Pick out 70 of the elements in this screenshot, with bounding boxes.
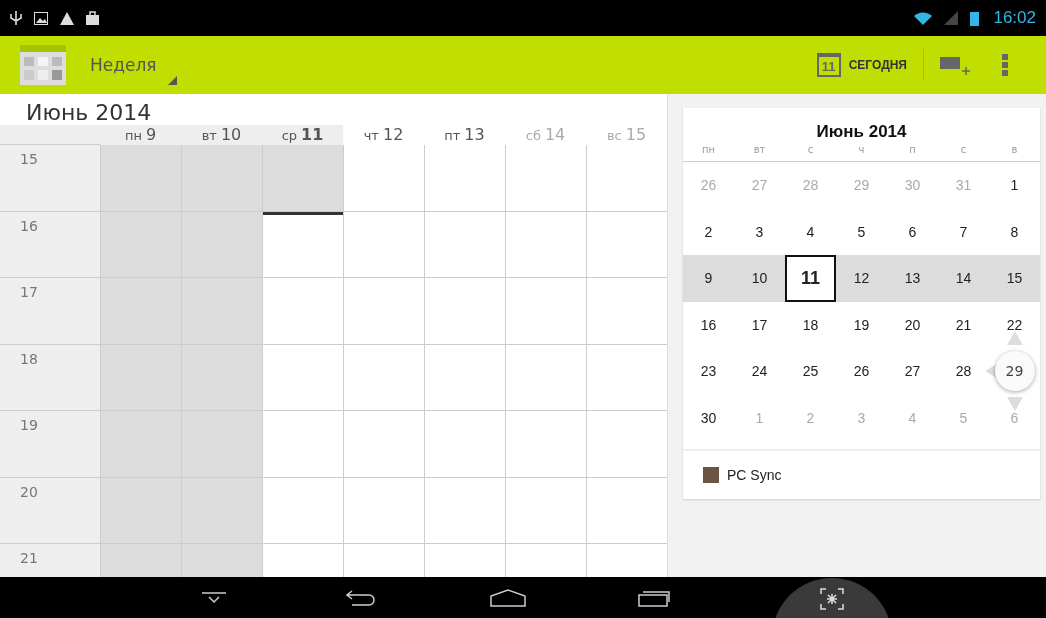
calendar-name: PC Sync [727,467,782,483]
back-icon [345,588,376,607]
time-slot[interactable] [262,211,343,278]
hour-label: 18 [0,344,100,411]
date-cell[interactable]: 27 [887,348,938,395]
hour-label: 17 [0,278,100,345]
date-cell[interactable]: 3 [734,208,785,255]
signal-icon [944,11,959,25]
date-cell[interactable]: 26 [836,348,887,395]
home-icon [489,588,526,607]
date-cell[interactable]: 17 [734,301,785,348]
date-cell[interactable]: 25 [785,348,836,395]
today-button[interactable]: 11 СЕГОДНЯ [806,43,917,87]
warning-icon [60,11,74,25]
date-cell[interactable]: 11 [785,255,836,302]
day-header[interactable]: пн 9 [124,125,157,146]
hour-label: 20 [0,477,100,544]
magnifier-arrows-icon [985,331,1023,411]
day-header[interactable]: ср 11 [281,125,324,146]
date-cell[interactable]: 14 [938,255,989,302]
date-cell[interactable]: 15 [989,255,1040,302]
week-title: Июнь 2014 [25,99,153,125]
date-cell[interactable]: 9 [683,255,734,302]
weekday-label: в [989,144,1040,162]
clock: 16:02 [993,8,1036,28]
date-cell[interactable]: 23 [683,348,734,395]
date-cell[interactable]: 1 [989,162,1040,209]
date-cell[interactable]: 16 [683,301,734,348]
day-header[interactable]: вт 10 [201,125,242,146]
screenshot-icon [820,587,845,610]
date-cell[interactable]: 28 [938,348,989,395]
month-title: Июнь 2014 [815,121,908,143]
date-cell[interactable]: 30 [683,394,734,441]
date-cell[interactable]: 5 [836,208,887,255]
calendar-app-icon[interactable] [20,45,66,85]
date-cell[interactable]: 18 [785,301,836,348]
date-cell[interactable]: 6 [887,208,938,255]
weekday-label: п [887,144,938,162]
image-icon [34,11,48,25]
date-cell[interactable]: 13 [887,255,938,302]
more-icon [1002,54,1008,76]
date-cell[interactable]: 10 [734,255,785,302]
date-magnifier[interactable]: 29 [994,351,1035,392]
hour-label: 21 [0,544,100,577]
weekday-label: ч [836,144,887,162]
hour-label: 16 [0,211,100,278]
date-cell[interactable]: 19 [836,301,887,348]
hour-label: 15 [0,145,100,212]
date-cell[interactable]: 22 [989,301,1040,348]
dropdown-triangle-icon [167,76,177,85]
bag-icon [86,11,99,25]
date-cell[interactable]: 20 [887,301,938,348]
date-cell[interactable]: 12 [836,255,887,302]
date-cell[interactable]: 2 [683,208,734,255]
weekday-label: пн [683,144,734,162]
weekday-label: с [785,144,836,162]
date-cell[interactable]: 7 [938,208,989,255]
date-cell[interactable]: 8 [989,208,1040,255]
date-cell[interactable]: 21 [938,301,989,348]
date-cell[interactable]: 24 [734,348,785,395]
view-dropdown[interactable]: Неделя [66,43,181,87]
date-cell[interactable]: 4 [785,208,836,255]
usb-icon [10,11,22,25]
weekday-label: с [938,144,989,162]
wifi-icon [914,11,933,25]
hide-keyboard-icon [201,590,226,605]
weekday-label: вт [734,144,785,162]
battery-icon [970,10,980,26]
recent-apps-icon [638,588,673,607]
hour-label: 19 [0,411,100,478]
